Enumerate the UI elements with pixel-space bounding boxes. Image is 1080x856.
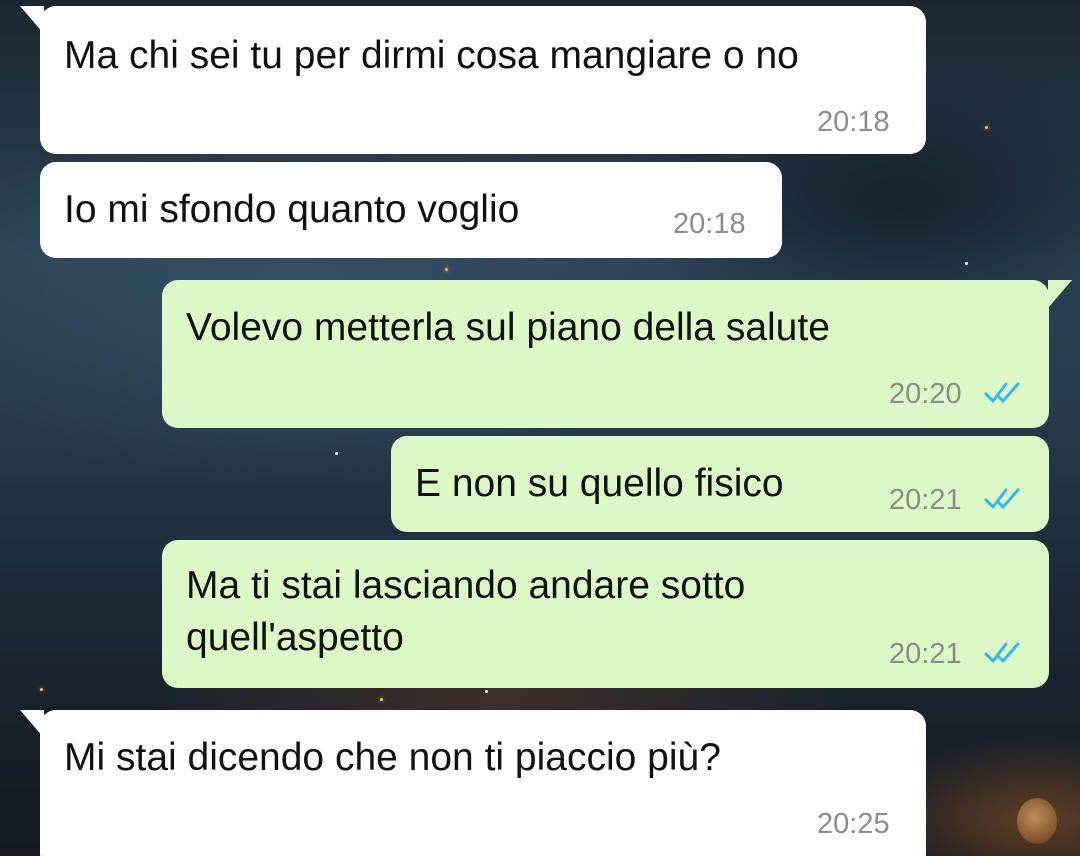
- message-timestamp: 20:21: [889, 638, 962, 670]
- message-text-line: Ma ti stai lasciando andare sotto: [186, 564, 746, 607]
- message-bubble-outgoing[interactable]: Ma ti stai lasciando andare sotto quell'…: [162, 540, 1049, 688]
- message-timestamp: 20:18: [817, 106, 890, 138]
- wallpaper-spark: [985, 126, 988, 129]
- wallpaper-spark: [380, 698, 383, 701]
- double-check-icon: [984, 642, 1020, 663]
- double-check-icon: [984, 382, 1020, 403]
- message-text-line: quell'aspetto: [186, 616, 404, 659]
- message-timestamp: 20:20: [889, 378, 962, 410]
- wallpaper-spark: [40, 688, 43, 691]
- message-text: Io mi sfondo quanto voglio: [64, 188, 520, 231]
- message-bubble-outgoing[interactable]: Volevo metterla sul piano della salute 2…: [162, 280, 1049, 428]
- wallpaper-coin: [1017, 798, 1057, 844]
- double-check-icon: [984, 488, 1020, 509]
- message-bubble-outgoing[interactable]: E non su quello fisico 20:21: [391, 436, 1049, 532]
- message-timestamp: 20:25: [817, 808, 890, 840]
- message-bubble-incoming[interactable]: Io mi sfondo quanto voglio 20:18: [40, 162, 782, 258]
- wallpaper-spark: [485, 690, 488, 693]
- message-bubble-incoming[interactable]: Mi stai dicendo che non ti piaccio più? …: [40, 710, 926, 856]
- message-text: Volevo metterla sul piano della salute: [186, 306, 830, 349]
- message-text: Ma chi sei tu per dirmi cosa mangiare o …: [64, 34, 799, 77]
- wallpaper-spark: [965, 262, 968, 265]
- message-text: Mi stai dicendo che non ti piaccio più?: [64, 736, 721, 779]
- message-timestamp: 20:18: [673, 208, 746, 240]
- message-timestamp: 20:21: [889, 484, 962, 516]
- wallpaper-spark: [335, 452, 338, 455]
- wallpaper-spark: [445, 268, 448, 271]
- message-text: E non su quello fisico: [415, 462, 784, 505]
- bubble-tail: [1048, 280, 1072, 308]
- message-bubble-incoming[interactable]: Ma chi sei tu per dirmi cosa mangiare o …: [40, 6, 926, 154]
